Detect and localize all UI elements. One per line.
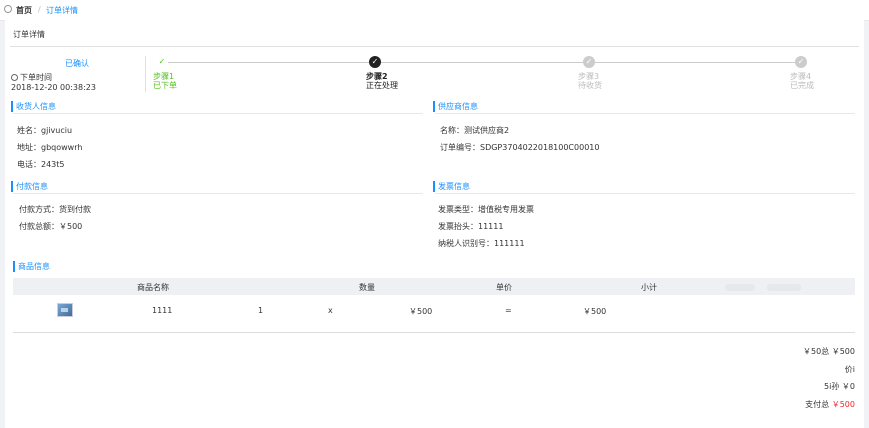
breadcrumb: 首页 / 订单详情 — [0, 0, 869, 21]
receiver-address: 地址：gbqowwrh — [17, 143, 83, 152]
order-time-value: 2018-12-20 00:38:23 — [11, 83, 96, 92]
breadcrumb-home[interactable]: 首页 — [16, 5, 32, 16]
step-1-check-icon: ✓ — [156, 56, 168, 68]
multiply-sign: x — [328, 306, 333, 315]
payment-total: 付款总额：￥500 — [19, 222, 83, 231]
receiver-name: 姓名：gjivuciu — [17, 126, 73, 135]
redacted-header — [767, 284, 801, 291]
payment-section-title: 付款信息 — [11, 181, 48, 192]
invoice-type: 发票类型：增值税专用发票 — [438, 205, 534, 214]
summary-divider — [13, 332, 855, 333]
home-icon — [4, 5, 12, 13]
column-header-name: 商品名称 — [137, 283, 169, 292]
step-4-desc: 已完成 — [790, 81, 814, 90]
product-price: ￥500 — [409, 307, 433, 316]
pay-total-value: ￥500 — [831, 400, 855, 409]
order-status-label: 已确认 — [65, 59, 89, 68]
step-4-check-icon: ✓ — [795, 56, 807, 68]
section-divider — [13, 193, 423, 194]
invoice-tax-id: 纳税人识别号：111111 — [438, 239, 525, 248]
column-header-price: 单价 — [496, 283, 512, 292]
section-divider — [435, 113, 855, 114]
page-title: 订单详情 — [13, 30, 45, 39]
breadcrumb-current: 订单详情 — [46, 6, 78, 15]
receiver-phone: 电话：243t5 — [17, 160, 65, 169]
section-divider — [13, 113, 423, 114]
column-header-subtotal: 小计 — [641, 283, 657, 292]
product-quantity: 1 — [258, 306, 264, 315]
section-divider — [435, 193, 855, 194]
product-name: 1111 — [152, 306, 173, 315]
step-connector — [381, 62, 583, 63]
step-2-desc: 正在处理 — [366, 81, 398, 90]
breadcrumb-separator: / — [38, 5, 41, 14]
invoice-section-title: 发票信息 — [433, 181, 470, 192]
goods-total: ￥50总 ￥500 — [803, 347, 855, 356]
step-1-desc: 已下单 — [153, 81, 177, 90]
step-3-desc: 待收货 — [578, 81, 602, 90]
equals-sign: = — [505, 306, 512, 315]
step-3-check-icon: ✓ — [583, 56, 595, 68]
receiver-section-title: 收货人信息 — [11, 101, 56, 112]
product-thumbnail[interactable] — [57, 303, 73, 317]
title-divider — [10, 46, 859, 47]
clock-icon — [11, 74, 18, 81]
order-time-label: 下单时间 — [11, 72, 52, 83]
goods-section-title: 商品信息 — [13, 261, 50, 272]
discount-label: 价i — [844, 365, 855, 374]
column-header-quantity: 数量 — [359, 283, 375, 292]
supplier-order-number: 订单编号：SDGP3704022018100C00010 — [440, 143, 600, 152]
status-divider — [145, 56, 146, 92]
product-subtotal: ￥500 — [583, 307, 607, 316]
supplier-section-title: 供应商信息 — [433, 101, 478, 112]
redacted-header — [725, 284, 755, 291]
invoice-header: 发票抬头：11111 — [438, 222, 504, 231]
shipping-fee: 5i孙 ￥0 — [824, 382, 855, 391]
order-detail-panel: 订单详情 已确认 下单时间 2018-12-20 00:38:23 ✓ ✓ ✓ … — [5, 20, 864, 428]
supplier-name: 名称：测试供应商2 — [440, 126, 510, 135]
step-connector — [595, 62, 795, 63]
step-connector — [167, 62, 369, 63]
pay-total: 支付总 ￥500 — [805, 400, 855, 409]
payment-method: 付款方式：货到付款 — [19, 205, 91, 214]
step-2-check-icon: ✓ — [369, 56, 381, 68]
